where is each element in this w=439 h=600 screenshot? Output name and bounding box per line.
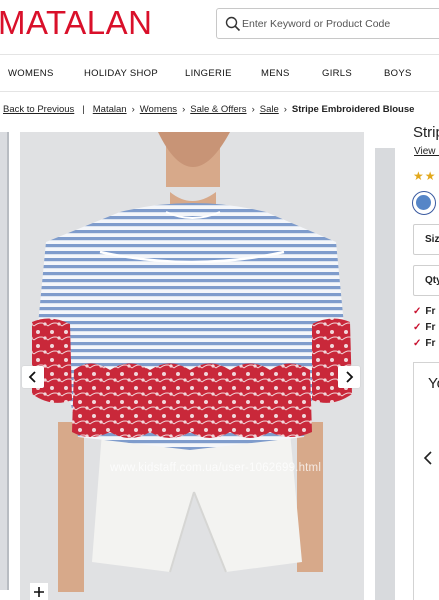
nav-item-womens[interactable]: WOMENS: [8, 68, 54, 79]
product-photo: [20, 132, 364, 600]
rating-stars: ★★: [413, 169, 437, 183]
site-header: MATALAN: [0, 0, 439, 54]
product-title: Strip: [413, 124, 439, 141]
search-input[interactable]: [242, 14, 439, 34]
nav-item-girls[interactable]: GIRLS: [322, 68, 352, 79]
check-icon: ✓: [413, 306, 422, 317]
benefit-item: ✓ Fr: [413, 306, 435, 317]
benefit-item: ✓ Fr: [413, 338, 435, 349]
benefit-text: Fr: [425, 322, 436, 333]
benefit-item: ✓ Fr: [413, 322, 435, 333]
breadcrumb-matalan[interactable]: Matalan: [93, 104, 127, 115]
breadcrumb-separator: ›: [283, 104, 287, 115]
plus-icon: [34, 586, 44, 597]
recommendations-panel: Yo: [413, 362, 439, 600]
breadcrumb-divider: |: [82, 104, 85, 115]
nav-item-lingerie[interactable]: LINGERIE: [185, 68, 232, 79]
matalan-logo[interactable]: MATALAN: [0, 5, 152, 41]
benefit-text: Fr: [425, 306, 436, 317]
chevron-left-icon: [28, 371, 36, 383]
breadcrumb-current: Stripe Embroidered Blouse: [291, 104, 415, 115]
quantity-select[interactable]: Qty: [413, 265, 439, 296]
watermark-text: www.kidstaff.com.ua/user-1062699.html: [110, 462, 322, 474]
main-nav: WOMENS HOLIDAY SHOP LINGERIE MENS GIRLS …: [0, 54, 439, 92]
benefit-text: Fr: [425, 338, 436, 349]
gallery-prev-button[interactable]: [22, 366, 44, 388]
size-select[interactable]: Siz: [413, 224, 439, 255]
check-icon: ✓: [413, 338, 422, 349]
search-icon[interactable]: [225, 16, 241, 32]
chevron-left-icon: [423, 451, 432, 465]
breadcrumb-womens[interactable]: Womens: [140, 104, 177, 115]
nav-item-boys[interactable]: BOYS: [384, 68, 412, 79]
zoom-button[interactable]: [30, 583, 48, 600]
breadcrumb: Back to Previous | Matalan › Womens › Sale & O…: [3, 104, 414, 115]
next-thumbnail[interactable]: [375, 148, 395, 600]
colour-swatch-blue[interactable]: [412, 191, 436, 215]
search-box[interactable]: [216, 8, 439, 39]
recommendations-title: Yo: [428, 375, 439, 392]
back-to-previous-link[interactable]: Back to Previous: [3, 104, 74, 115]
previous-thumbnail[interactable]: [0, 132, 9, 590]
gallery-next-button[interactable]: [338, 366, 360, 388]
nav-item-mens[interactable]: MENS: [261, 68, 290, 79]
breadcrumb-separator: ›: [182, 104, 186, 115]
breadcrumb-separator: ›: [131, 104, 135, 115]
check-icon: ✓: [413, 322, 422, 333]
breadcrumb-sale-offers[interactable]: Sale & Offers: [190, 104, 246, 115]
product-image[interactable]: www.kidstaff.com.ua/user-1062699.html: [20, 132, 364, 600]
recommendations-prev-button[interactable]: [423, 451, 433, 470]
nav-item-holiday-shop[interactable]: HOLIDAY SHOP: [84, 68, 158, 79]
chevron-right-icon: [346, 371, 354, 383]
view-product-link[interactable]: View P: [414, 146, 439, 157]
breadcrumb-sale[interactable]: Sale: [260, 104, 279, 115]
breadcrumb-separator: ›: [251, 104, 255, 115]
